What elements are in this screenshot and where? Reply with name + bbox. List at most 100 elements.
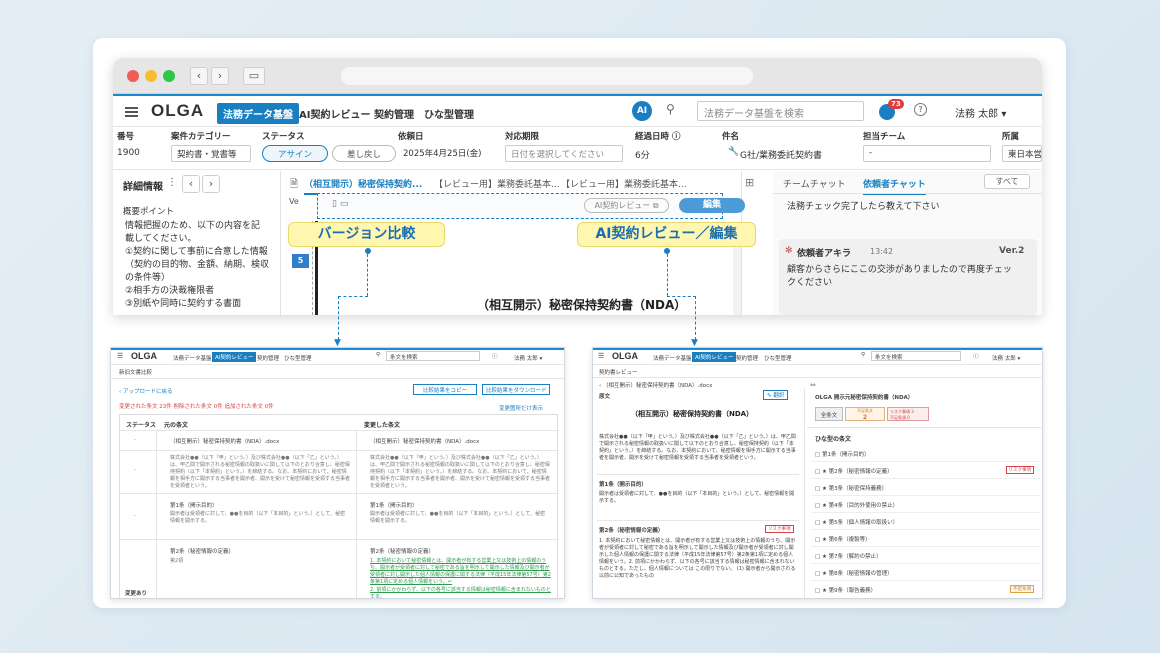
s2-original-label: 原文	[599, 394, 611, 400]
s2-file-name[interactable]: ‹ （相互開示）秘密保持契約書（NDA）.docx	[599, 381, 712, 389]
s2-article-item[interactable]: □ ★ 第9条（報告義務） 不足条項	[811, 581, 1040, 598]
nav-legal-data[interactable]: 法務データ基盤	[217, 103, 299, 124]
s2-split-icon[interactable]: ⇔	[810, 381, 816, 389]
prev-icon[interactable]: ‹	[182, 175, 200, 193]
nav-ai-review[interactable]: AI契約レビュー	[299, 106, 370, 121]
s1-nav-contract[interactable]: 契約管理	[257, 354, 279, 362]
ai-review-button[interactable]: AI契約レビュー ⧉	[584, 198, 669, 213]
user-avatar-icon: ✻	[785, 246, 793, 256]
s1-menu-icon[interactable]: ☰	[117, 352, 123, 360]
nav-contract-mgmt[interactable]: 契約管理	[374, 106, 414, 121]
edit-button[interactable]: 編集	[679, 198, 745, 213]
back-arrow-icon[interactable]: ‹	[190, 67, 208, 85]
ai-review-screenshot: ☰ OLGA 法務データ基盤 AI契約レビュー 契約管理 ひな型管理 ⚲ 条文を…	[592, 347, 1043, 599]
url-bar[interactable]	[341, 67, 753, 85]
hamburger-menu-icon[interactable]	[125, 105, 138, 119]
browser-window: ‹ › ▭ OLGA 法務データ基盤 AI契約レビュー 契約管理 ひな型管理 A…	[113, 58, 1042, 315]
s2-all-tab[interactable]: 全条文	[815, 407, 843, 421]
s1-added-text: 1. 本契約において秘密情報とは、開示者が有する営業上又は技術上の情報のうち、開…	[370, 558, 551, 585]
next-icon[interactable]: ›	[202, 175, 220, 193]
chat-message-2: 顧客からさらにここの交渉がありましたので再度チェックください	[787, 265, 1012, 288]
s1-help-icon[interactable]: ⓘ	[492, 352, 498, 360]
forward-arrow-icon[interactable]: ›	[211, 67, 229, 85]
s2-article-list: □ 第1条（開示目的） □ ★ 第2条（秘密情報の定義） リスク事項 □ ★ 第3…	[811, 445, 1040, 598]
label-deadline: 対応期限	[505, 132, 540, 142]
s2-article-item[interactable]: □ ★ 第4条（目的外使用の禁止）	[811, 496, 1040, 513]
chat-time: 13:42	[870, 247, 894, 256]
user-menu[interactable]: 法務 太郎 ▾	[955, 105, 1006, 120]
ai-assistant-button[interactable]: AI	[632, 101, 652, 121]
s1-show-changes-toggle[interactable]: 変更箇所だけ表示	[499, 404, 543, 412]
chat-panel: チームチャット 依頼者チャット すべて 法務チェック完了したら教えて下さい ✻ …	[773, 171, 1042, 315]
maximize-window-icon[interactable]	[163, 70, 175, 82]
s2-breadcrumb: 契約書レビュー	[599, 370, 638, 376]
s2-article-item[interactable]: □ ★ 第6条（複製等）	[811, 530, 1040, 547]
s1-user-menu[interactable]: 法務 太郎 ▾	[514, 354, 542, 362]
help-icon[interactable]: ?	[914, 103, 927, 116]
case-number: 1900	[117, 148, 140, 158]
s2-help-icon[interactable]: ⓘ	[973, 352, 979, 360]
s2-review-panel: OLGA 開示元秘密保持契約書（NDA） 全条文 不足条文 2 リスク事項 3 …	[807, 389, 1042, 598]
page-number-badge[interactable]: 5	[292, 254, 309, 268]
summary-heading: 概要ポイント	[123, 207, 175, 217]
s2-risk-tab[interactable]: リスク事項 3 不足条項 0	[887, 407, 929, 421]
doc-tab-review-1[interactable]: 【レビュー用】業務委託基本...	[434, 177, 560, 190]
status-assign-button[interactable]: アサイン	[262, 145, 328, 162]
add-document-icon[interactable]: ⊞	[745, 176, 754, 189]
s2-article-item[interactable]: □ 第1条（開示目的）	[811, 445, 1040, 462]
s2-search-input[interactable]: 条文を検索	[871, 351, 961, 361]
wrench-icon: 🔧	[728, 147, 740, 157]
version-tag: Ver.2	[999, 246, 1025, 256]
s2-article-item[interactable]: □ ★ 第7条（解約の禁止）	[811, 547, 1040, 564]
chat-user-name: 依頼者アキラ	[797, 249, 852, 259]
minimize-window-icon[interactable]	[145, 70, 157, 82]
s2-translate-button[interactable]: ✎ 翻訳	[763, 390, 789, 400]
s2-missing-tab[interactable]: 不足条文 2	[845, 407, 885, 421]
s2-article-item[interactable]: □ ★ 第3条（秘密保持義務）	[811, 479, 1040, 496]
version-compare-screenshot: ☰ OLGA 法務データ基盤 AI契約レビュー 契約管理 ひな型管理 ⚲ 条文を…	[110, 347, 565, 599]
sidebar-toggle-icon[interactable]: ▭	[243, 67, 265, 85]
summary-text: 情報把握のため、以下の内容を記 載してください。 ①契約に関して事前に合意した情報（…	[125, 221, 270, 309]
doc-tab-review-2[interactable]: 【レビュー用】業務委託基本...	[561, 177, 687, 190]
s1-nav-data[interactable]: 法務データ基盤	[173, 354, 212, 362]
s1-back-link[interactable]: ‹ アップロードに戻る	[119, 387, 172, 395]
close-window-icon[interactable]	[127, 70, 139, 82]
tab-team-chat[interactable]: チームチャット	[783, 177, 846, 190]
status-return-button[interactable]: 差し戻し	[332, 145, 396, 162]
nav-template-mgmt[interactable]: ひな型管理	[424, 106, 474, 121]
callout-ai-review-edit: AI契約レビュー／編集	[577, 222, 756, 247]
global-search-input[interactable]: 法務データ基盤を検索	[697, 101, 864, 121]
s1-change-summary: 変更された条文 23件 削除された条文 0件 追加された条文 0件	[119, 404, 274, 410]
detail-title: 詳細情報	[123, 182, 163, 193]
compare-view-icon[interactable]: ▯ ▭	[332, 199, 348, 209]
s1-nav-template[interactable]: ひな型管理	[284, 354, 312, 362]
s2-article-item[interactable]: □ ★ 第8条（秘密情報の管理）	[811, 564, 1040, 581]
more-vertical-icon[interactable]: ⋮	[167, 177, 177, 188]
dept-select[interactable]: 東日本営	[1002, 145, 1042, 162]
s1-logo: OLGA	[131, 351, 157, 361]
s2-review-title: OLGA 開示元秘密保持契約書（NDA）	[815, 395, 914, 401]
s2-article-item[interactable]: □ ★ 第5条（個人情報の取扱い）	[811, 513, 1040, 530]
s2-user-menu[interactable]: 法務 太郎 ▾	[992, 354, 1020, 362]
notification-count-badge: 73	[888, 99, 904, 109]
s1-copy-button[interactable]: 比較結果をコピー	[413, 384, 477, 395]
s1-compare-table: ステータス 元の条文 変更した条文 – （相互開示）秘密保持契約書（NDA）.d…	[119, 414, 559, 598]
s2-nav-template[interactable]: ひな型管理	[764, 354, 792, 362]
person-search-icon[interactable]: ⚲	[666, 102, 675, 116]
s2-nav-data[interactable]: 法務データ基盤	[653, 354, 692, 362]
s1-download-button[interactable]: 比較結果をダウンロード	[482, 384, 550, 395]
deadline-date-picker[interactable]: 日付を選択してください	[505, 145, 623, 162]
s2-article-item[interactable]: □ ★ 第2条（秘密情報の定義） リスク事項	[811, 462, 1040, 479]
category-select[interactable]: 契約書・覚書等	[171, 145, 251, 162]
s1-search-input[interactable]: 条文を検索	[386, 351, 480, 361]
s2-nav-ai-review[interactable]: AI契約レビュー	[692, 352, 737, 362]
s2-template-heading: ひな型の条文	[815, 436, 852, 443]
s2-search-icon: ⚲	[861, 352, 866, 358]
elapsed-value: 6分	[635, 151, 650, 161]
s1-nav-ai-review[interactable]: AI契約レビュー	[212, 352, 257, 362]
s2-nav-contract[interactable]: 契約管理	[736, 354, 758, 362]
s2-risk-tag: リスク事項	[765, 525, 794, 533]
filter-all-button[interactable]: すべて	[984, 174, 1030, 189]
s2-menu-icon[interactable]: ☰	[598, 352, 604, 360]
team-select[interactable]: -	[863, 145, 991, 162]
